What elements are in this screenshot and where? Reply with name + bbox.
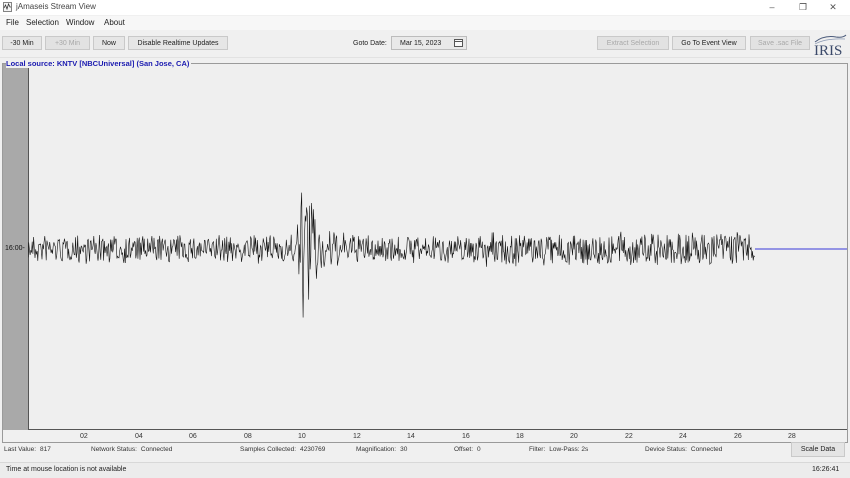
plus-30-min-button[interactable]: +30 Min: [45, 36, 90, 50]
status-bar: Last Value: 817 Network Status: Connected …: [0, 444, 850, 458]
close-button[interactable]: ✕: [818, 0, 848, 15]
axis-tick-06: 06: [189, 433, 197, 440]
axis-tick-04: 04: [135, 433, 143, 440]
axis-tick-22: 22: [625, 433, 633, 440]
footer-bar: Time at mouse location is not available …: [0, 462, 850, 478]
iris-logo-text: IRIS: [814, 43, 842, 58]
row-time-label: 16:00-: [5, 245, 25, 252]
window-title: jAmaseis Stream View: [16, 2, 96, 11]
last-value: 817: [40, 446, 51, 453]
clock: 16:26:41: [812, 466, 840, 473]
network-status: Network Status: Connected: [91, 446, 172, 453]
axis-tick-02: 02: [80, 433, 88, 440]
minimize-button[interactable]: –: [757, 0, 787, 15]
axis-tick-14: 14: [407, 433, 415, 440]
goto-date-label: Goto Date:: [353, 40, 387, 47]
calendar-icon[interactable]: [454, 39, 463, 47]
now-button[interactable]: Now: [93, 36, 125, 50]
menu-selection[interactable]: Selection: [26, 18, 59, 27]
axis-tick-10: 10: [298, 433, 306, 440]
filter-value: Low-Pass: 2s: [549, 446, 589, 453]
magnification-label: Magnification:: [356, 446, 397, 453]
goto-date-field[interactable]: Mar 15, 2023: [391, 36, 467, 50]
network-status-value: Connected: [140, 446, 173, 453]
magnification-value: 30: [400, 446, 408, 453]
samples-collected-status: Samples Collected: 4230769: [240, 446, 325, 453]
samples-collected-label: Samples Collected:: [240, 446, 296, 453]
maximize-button[interactable]: ❐: [788, 0, 818, 15]
filter-status: Filter: Low-Pass: 2s: [529, 446, 588, 453]
axis-tick-20: 20: [570, 433, 578, 440]
network-status-label: Network Status:: [91, 446, 137, 453]
menu-file[interactable]: File: [6, 18, 19, 27]
axis-tick-16: 16: [462, 433, 470, 440]
axis-tick-12: 12: [353, 433, 361, 440]
seismogram-trace: [28, 192, 847, 318]
samples-collected-value: 4230769: [300, 446, 326, 453]
offset-status: Offset: 0: [454, 446, 481, 453]
extract-selection-button[interactable]: Extract Selection: [597, 36, 669, 50]
scale-data-button[interactable]: Scale Data: [791, 442, 845, 457]
last-value-status: Last Value: 817: [4, 446, 51, 453]
axis-tick-28: 28: [788, 433, 796, 440]
minus-30-min-button[interactable]: -30 Min: [2, 36, 42, 50]
iris-logo: IRIS: [814, 34, 847, 58]
disable-realtime-updates-button[interactable]: Disable Realtime Updates: [128, 36, 228, 50]
device-status: Device Status: Connected: [645, 446, 722, 453]
filter-label: Filter:: [529, 446, 546, 453]
local-source-label: Local source: KNTV [NBCUniversal] (San J…: [6, 59, 192, 68]
axis-tick-18: 18: [516, 433, 524, 440]
device-status-label: Device Status:: [645, 446, 687, 453]
axis-tick-08: 08: [244, 433, 252, 440]
offset-value: 0: [477, 446, 481, 453]
menu-window[interactable]: Window: [66, 18, 94, 27]
mouse-time-message: Time at mouse location is not available: [6, 466, 127, 473]
device-status-value: Connected: [690, 446, 723, 453]
offset-label: Offset:: [454, 446, 474, 453]
magnification-status: Magnification: 30: [356, 446, 407, 453]
goto-date-value: Mar 15, 2023: [400, 40, 442, 47]
last-value-label: Last Value:: [4, 446, 37, 453]
menu-bar: File Selection Window About: [0, 16, 850, 30]
save-sac-file-button[interactable]: Save .sac File: [750, 36, 810, 50]
go-to-event-view-button[interactable]: Go To Event View: [672, 36, 746, 50]
axis-tick-24: 24: [679, 433, 687, 440]
seismometer-app-icon: [3, 2, 12, 12]
axis-tick-26: 26: [734, 433, 742, 440]
menu-about[interactable]: About: [104, 18, 125, 27]
title-bar: jAmaseis Stream View – ❐ ✕: [0, 0, 850, 15]
trace-signal: [28, 192, 755, 318]
